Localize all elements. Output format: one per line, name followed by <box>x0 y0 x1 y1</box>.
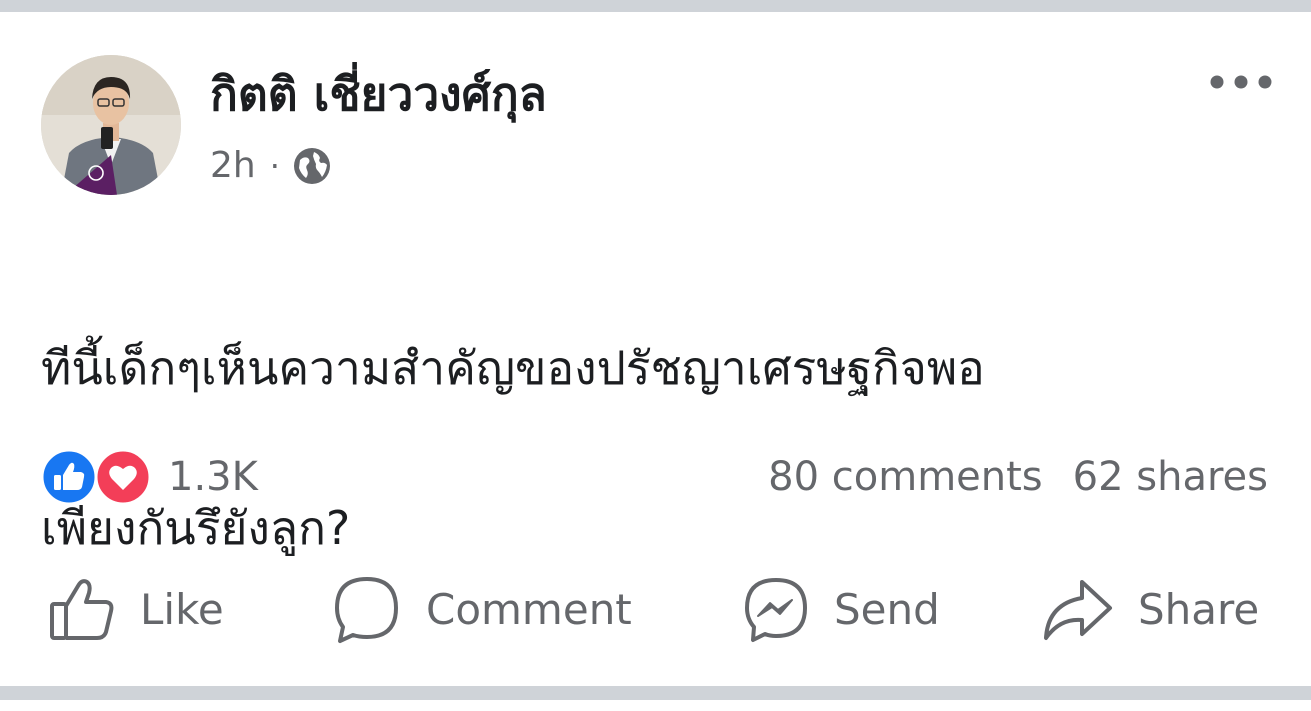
bottom-padding <box>0 700 1311 711</box>
love-reaction-icon <box>94 448 152 506</box>
reaction-count[interactable]: 1.3K <box>168 448 258 506</box>
messenger-icon <box>742 576 810 644</box>
comment-bubble-icon <box>332 575 402 645</box>
share-arrow-icon <box>1042 576 1114 644</box>
send-button[interactable]: Send <box>742 570 940 650</box>
comments-count[interactable]: 80 comments <box>768 448 1043 506</box>
comment-button[interactable]: Comment <box>332 570 632 650</box>
comment-label: Comment <box>426 585 632 634</box>
top-divider <box>0 0 1311 12</box>
reaction-summary[interactable]: 1.3K <box>40 448 258 506</box>
post-meta: 2h · <box>210 142 332 190</box>
share-button[interactable]: Share <box>1042 570 1259 650</box>
like-reaction-icon <box>40 448 98 506</box>
author-avatar[interactable] <box>41 55 181 195</box>
shares-count[interactable]: 62 shares <box>1073 448 1268 506</box>
like-button[interactable]: Like <box>48 570 224 650</box>
post-time[interactable]: 2h <box>210 142 256 190</box>
engagement-stats: 80 comments 62 shares <box>768 448 1268 506</box>
globe-icon[interactable] <box>292 146 332 186</box>
author-name[interactable]: กิตติ เชี่ยววงศ์กุล <box>210 62 547 126</box>
post-text-line: ทีนี้เด็กๆเห็นความสำคัญของปรัชญาเศรษฐกิจ… <box>41 341 985 395</box>
bottom-divider <box>0 686 1311 700</box>
thumbs-up-icon <box>48 576 116 644</box>
meta-separator: · <box>269 147 280 185</box>
like-label: Like <box>140 585 224 634</box>
post-actions: Like Comment Send Share <box>0 570 1311 650</box>
send-label: Send <box>834 585 940 634</box>
share-label: Share <box>1138 585 1260 634</box>
